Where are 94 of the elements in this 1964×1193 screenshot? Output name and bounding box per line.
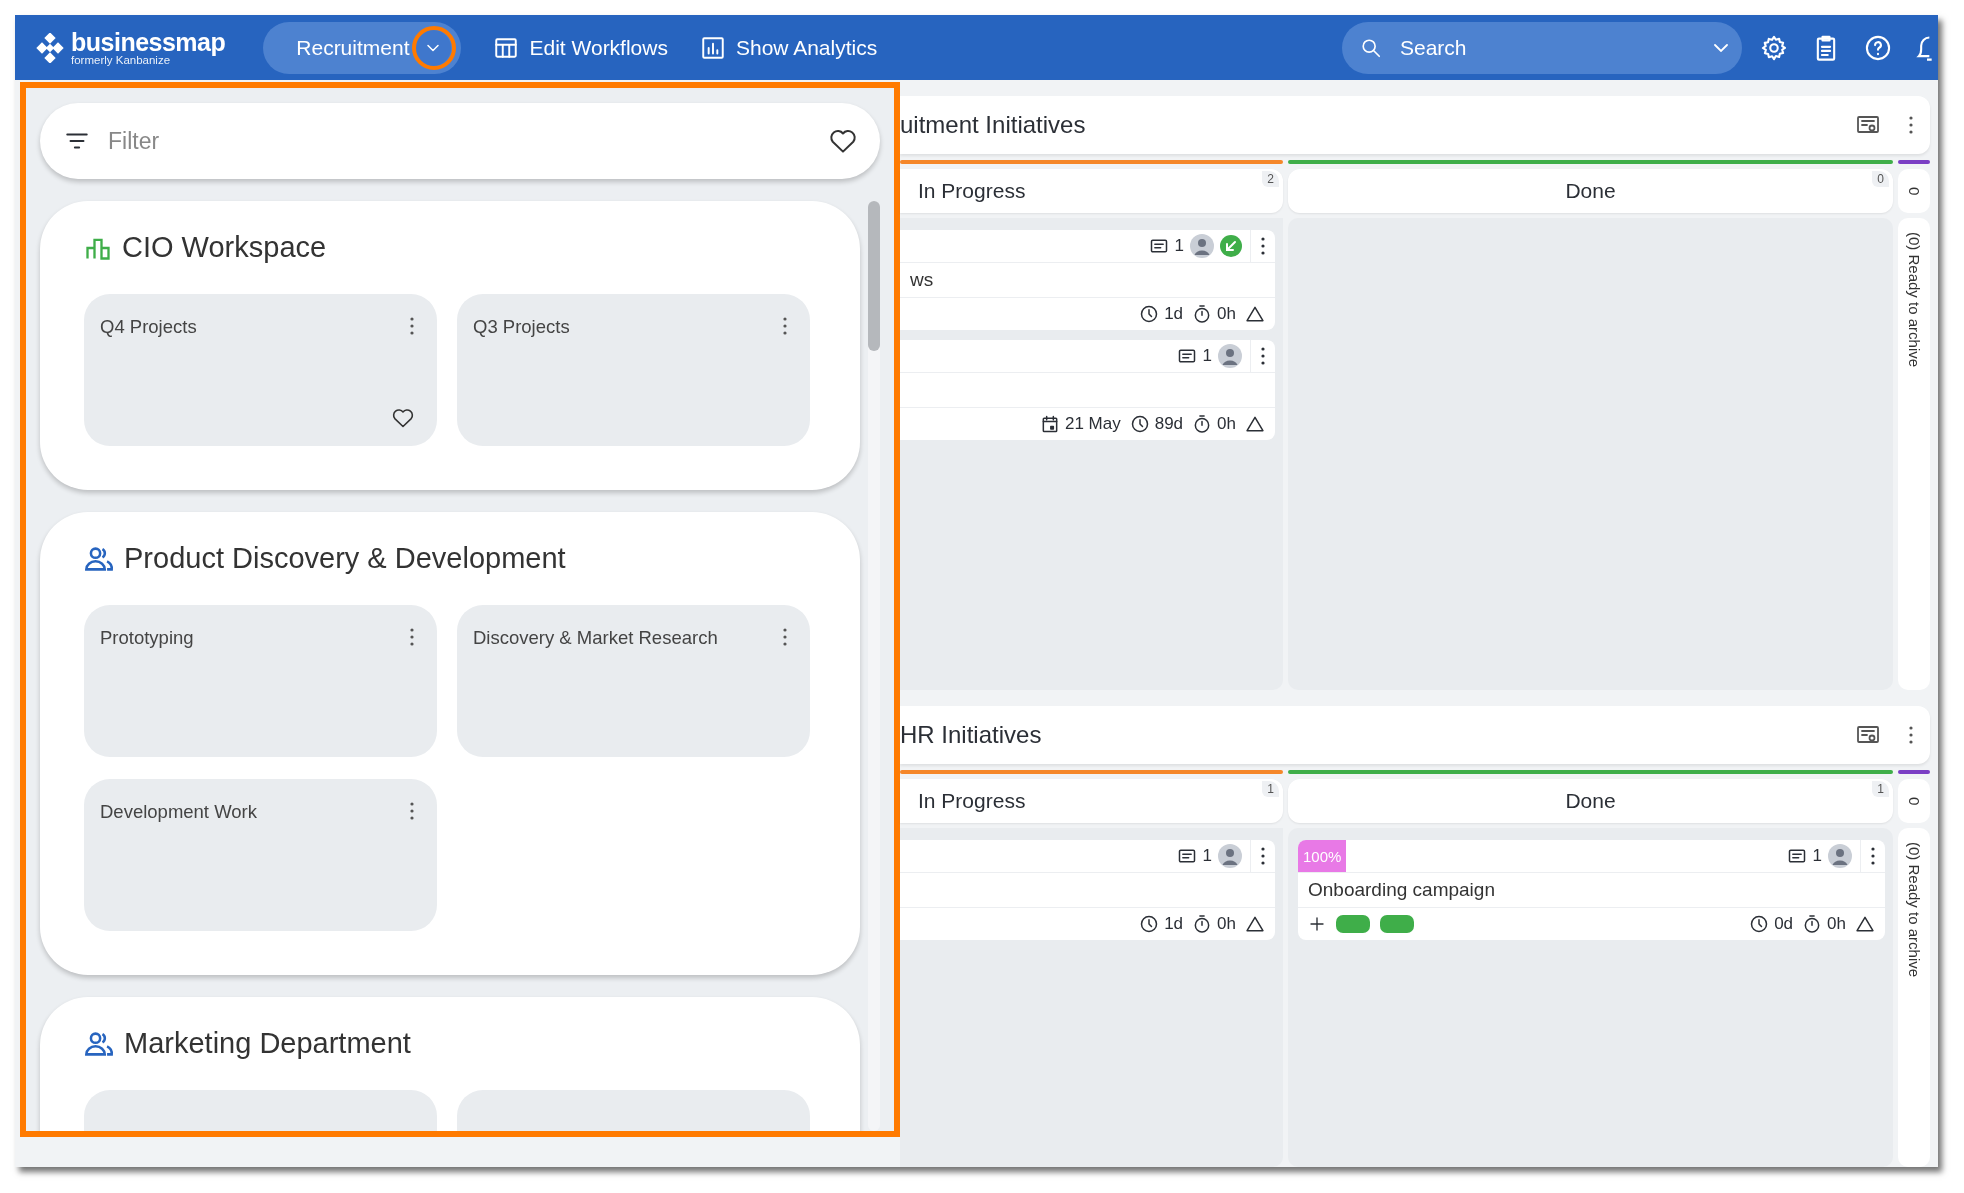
card-count: 1 bbox=[1872, 781, 1889, 797]
archive-count: 0 bbox=[1898, 779, 1930, 823]
comment-icon bbox=[1176, 346, 1197, 366]
board-tile[interactable]: Q4 Projects bbox=[84, 294, 437, 446]
people-icon bbox=[84, 1029, 114, 1058]
board-name: Prototyping bbox=[100, 627, 194, 649]
logo-icon bbox=[35, 32, 65, 63]
nav-button[interactable]: Edit Workflows bbox=[493, 34, 668, 61]
nav-button[interactable]: Show Analytics bbox=[699, 34, 878, 61]
board-tile[interactable]: Development Work bbox=[84, 779, 437, 931]
avatar-icon bbox=[1828, 844, 1852, 868]
more-icon[interactable] bbox=[409, 627, 415, 647]
triangle-icon bbox=[1245, 414, 1265, 434]
logged-time: 0h bbox=[1217, 304, 1236, 324]
triangle-icon bbox=[1245, 914, 1265, 934]
help-icon bbox=[1864, 33, 1892, 62]
card-title[interactable]: ws bbox=[910, 269, 934, 291]
card-age: 1d bbox=[1164, 304, 1184, 324]
avatar-icon bbox=[1218, 344, 1242, 368]
archive-count: 0 bbox=[1898, 169, 1930, 213]
more-icon[interactable] bbox=[782, 627, 788, 647]
more-icon[interactable] bbox=[1908, 725, 1914, 745]
search-icon bbox=[1360, 36, 1382, 59]
comment-icon bbox=[1786, 846, 1807, 866]
task-card[interactable]: 1 ws 1d 0h bbox=[900, 230, 1275, 330]
search-field[interactable]: Search bbox=[1398, 34, 1698, 61]
board-name: Q4 Projects bbox=[100, 316, 197, 338]
board-tile[interactable]: Prototyping bbox=[84, 605, 437, 757]
comment-count: 1 bbox=[1202, 346, 1212, 366]
board-name: Discovery & Market Research bbox=[473, 627, 718, 649]
comment-icon bbox=[1148, 236, 1169, 256]
archive-column[interactable]: (0) Ready to archive bbox=[1898, 828, 1930, 1167]
avatar-icon bbox=[1190, 234, 1214, 258]
board-tile[interactable]: Q3 Projects bbox=[457, 294, 810, 446]
card-age: 89d bbox=[1154, 414, 1184, 434]
people-icon bbox=[84, 544, 114, 573]
analytics-icon bbox=[699, 34, 726, 61]
more-icon[interactable] bbox=[1260, 846, 1266, 866]
plus-icon bbox=[1308, 915, 1326, 933]
settings-icon bbox=[1760, 33, 1788, 62]
column-header[interactable]: In Progress 2 bbox=[900, 169, 1283, 213]
triangle-icon bbox=[1245, 304, 1265, 324]
avatar-icon bbox=[1218, 844, 1242, 868]
scrollbar[interactable] bbox=[868, 201, 880, 1131]
board-name: Development Work bbox=[100, 801, 257, 823]
board-name: Q3 Projects bbox=[473, 316, 570, 338]
clock-icon bbox=[1129, 414, 1150, 434]
workspace-title[interactable]: Product Discovery & Development bbox=[124, 542, 566, 575]
column-header[interactable]: Done 0 bbox=[1288, 169, 1893, 213]
task-card[interactable]: 100% 1 Onboarding campaign 0d 0h bbox=[1298, 840, 1885, 940]
comment-count: 1 bbox=[1174, 236, 1184, 256]
card-age: 0d bbox=[1774, 914, 1794, 934]
more-icon[interactable] bbox=[1260, 346, 1266, 366]
column-header[interactable]: In Progress 1 bbox=[900, 779, 1283, 823]
card-age: 1d bbox=[1164, 914, 1184, 934]
clock-icon bbox=[1749, 914, 1770, 934]
comment-icon bbox=[1176, 846, 1197, 866]
logged-time: 0h bbox=[1217, 414, 1236, 434]
comment-count: 1 bbox=[1202, 846, 1212, 866]
task-card[interactable]: 1 21 May 89d 0h bbox=[900, 340, 1275, 440]
due-date: 21 May bbox=[1064, 414, 1121, 434]
filter-field[interactable]: Filter bbox=[106, 126, 812, 156]
workspace-title[interactable]: Marketing Department bbox=[124, 1027, 411, 1060]
more-icon[interactable] bbox=[1908, 115, 1914, 135]
logo-tagline: formerly Kanbanize bbox=[71, 53, 171, 66]
board-title[interactable]: HR Initiatives bbox=[900, 721, 1042, 749]
workspace-title[interactable]: CIO Workspace bbox=[122, 231, 327, 264]
clock-icon bbox=[1139, 304, 1160, 324]
search-bar[interactable]: Search bbox=[1342, 21, 1742, 74]
filter-bar[interactable]: Filter bbox=[40, 103, 880, 179]
card-count: 1 bbox=[1262, 781, 1279, 797]
column-header[interactable]: Done 1 bbox=[1288, 779, 1893, 823]
board-tile[interactable]: Discovery & Market Research bbox=[457, 605, 810, 757]
task-card[interactable]: 1 1d 0h bbox=[900, 840, 1275, 940]
logged-time: 0h bbox=[1827, 914, 1846, 934]
triangle-icon bbox=[1855, 914, 1875, 934]
workspace-button[interactable]: Recruitment bbox=[263, 21, 462, 74]
chevron-down-icon[interactable] bbox=[1714, 43, 1728, 52]
heart-icon[interactable] bbox=[391, 406, 415, 430]
more-icon[interactable] bbox=[782, 316, 788, 336]
card-count: 2 bbox=[1262, 171, 1279, 187]
more-icon[interactable] bbox=[409, 316, 415, 336]
board-title[interactable]: uitment Initiatives bbox=[900, 111, 1086, 139]
more-icon[interactable] bbox=[1260, 236, 1266, 256]
more-icon[interactable] bbox=[1870, 846, 1876, 866]
card-title[interactable]: Onboarding campaign bbox=[1308, 879, 1495, 901]
more-icon[interactable] bbox=[409, 801, 415, 821]
card-count: 0 bbox=[1872, 171, 1889, 187]
clock-icon bbox=[1139, 914, 1160, 934]
progress-badge: 100% bbox=[1298, 840, 1347, 872]
logged-time: 0h bbox=[1217, 914, 1236, 934]
archive-column[interactable]: (0) Ready to archive bbox=[1898, 218, 1930, 690]
comment-count: 1 bbox=[1812, 846, 1822, 866]
logo-text[interactable]: businessmap bbox=[71, 29, 226, 54]
